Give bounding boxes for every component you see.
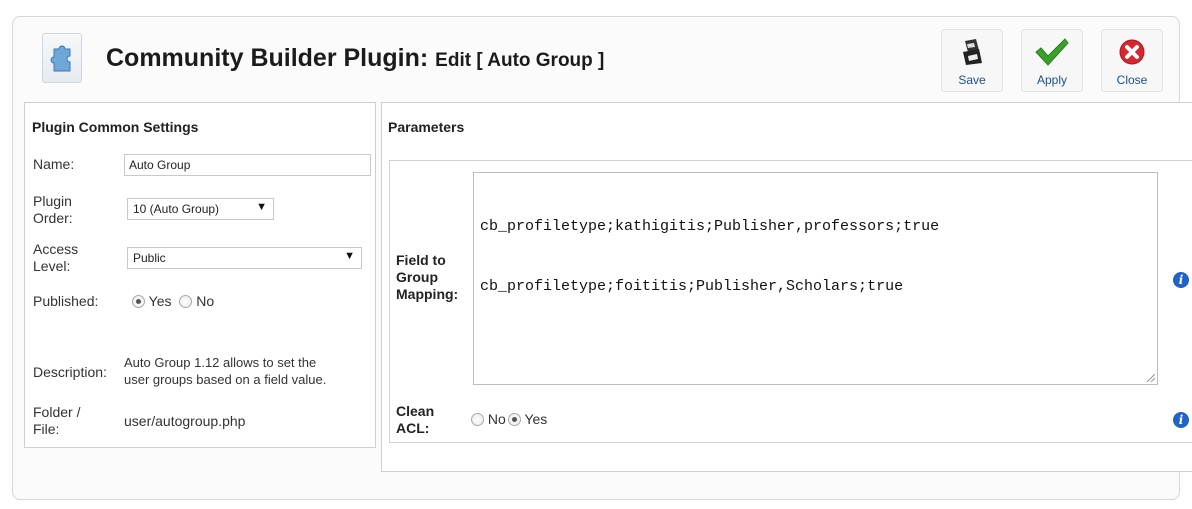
access-label: Access Level: <box>33 241 78 275</box>
published-no-radio[interactable] <box>179 295 193 308</box>
clean-acl-radio-group: No Yes <box>471 411 547 427</box>
dropdown-arrow-icon: ▼ <box>256 201 267 213</box>
order-label: Plugin Order: <box>33 193 73 227</box>
access-label-line1: Access <box>33 241 79 257</box>
title-main: Community Builder Plugin: <box>106 44 429 72</box>
order-label-line1: Plugin <box>33 193 72 209</box>
published-label: Published: <box>33 293 99 309</box>
clean-acl-no-radio[interactable] <box>471 413 484 426</box>
clean-acl-label-line1: Clean <box>396 403 435 419</box>
folder-label-line1: Folder / <box>33 404 81 420</box>
page-title: Community Builder Plugin: Edit [ Auto Gr… <box>106 44 604 73</box>
checkmark-icon <box>1022 35 1082 69</box>
description-line1: Auto Group 1.12 allows to set the <box>124 355 317 370</box>
mapping-label-line3: Mapping: <box>396 286 459 302</box>
info-icon[interactable]: i <box>1173 272 1189 288</box>
resize-grip-icon[interactable] <box>1147 374 1155 382</box>
access-level-value: Public <box>133 251 166 265</box>
common-settings-heading: Plugin Common Settings <box>32 119 199 135</box>
clean-acl-label-line2: ACL: <box>396 420 430 436</box>
folder-value: user/autogroup.php <box>124 413 246 429</box>
close-button[interactable]: Close <box>1101 29 1163 92</box>
close-label: Close <box>1116 73 1148 87</box>
apply-label: Apply <box>1036 73 1068 87</box>
save-floppy-icon <box>942 35 1002 69</box>
order-label-line2: Order: <box>33 210 73 226</box>
close-x-icon <box>1102 35 1162 69</box>
folder-label: Folder / File: <box>33 404 80 438</box>
mapping-label-line1: Field to <box>396 252 446 268</box>
mapping-textarea[interactable]: cb_profiletype;kathigitis;Publisher,prof… <box>473 172 1158 385</box>
clean-acl-label: Clean ACL: <box>396 403 434 437</box>
access-level-select[interactable]: Public ▼ <box>127 247 362 269</box>
clean-acl-yes-label: Yes <box>524 411 548 427</box>
folder-label-line2: File: <box>33 421 60 437</box>
clean-acl-no-label: No <box>487 411 506 427</box>
apply-button[interactable]: Apply <box>1021 29 1083 92</box>
save-label: Save <box>958 73 986 87</box>
access-label-line2: Level: <box>33 258 71 274</box>
mapping-line2: cb_profiletype;foititis;Publisher,Schola… <box>480 278 904 295</box>
published-yes-radio[interactable] <box>132 295 145 308</box>
published-no-label: No <box>196 293 215 309</box>
description-label: Description: <box>33 364 107 380</box>
dropdown-arrow-icon: ▼ <box>344 250 355 262</box>
name-label: Name: <box>33 156 75 172</box>
parameters-heading: Parameters <box>388 119 465 135</box>
plugin-order-select[interactable]: 10 (Auto Group) ▼ <box>127 198 274 220</box>
name-input[interactable]: Auto Group <box>124 154 371 176</box>
description-line2: user groups based on a field value. <box>124 372 327 387</box>
puzzle-piece-icon <box>42 33 82 83</box>
mapping-label: Field to Group Mapping: <box>396 252 458 303</box>
save-button[interactable]: Save <box>941 29 1003 92</box>
published-radio-group: Yes No <box>132 293 214 309</box>
description-text: Auto Group 1.12 allows to set the user g… <box>124 354 326 388</box>
mapping-line1: cb_profiletype;kathigitis;Publisher,prof… <box>480 218 940 235</box>
plugin-order-value: 10 (Auto Group) <box>133 202 220 216</box>
mapping-label-line2: Group <box>396 269 438 285</box>
title-edit: Edit [ Auto Group ] <box>435 50 605 71</box>
published-yes-label: Yes <box>148 293 172 309</box>
clean-acl-yes-radio[interactable] <box>507 413 521 426</box>
info-icon[interactable]: i <box>1173 412 1189 428</box>
